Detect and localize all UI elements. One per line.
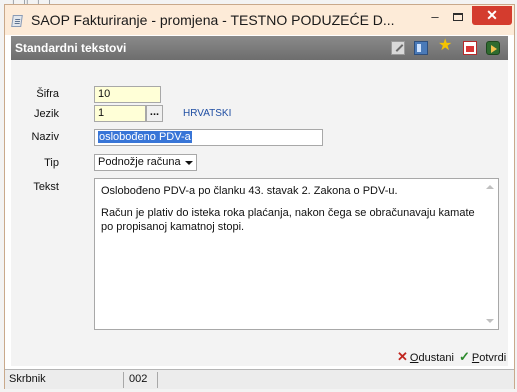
tip-label: Tip xyxy=(44,157,59,169)
tip-selected-value: Podnožje računa xyxy=(98,156,181,168)
window-title: SAOP Fakturiranje - promjena - TESTNO PO… xyxy=(31,12,395,28)
tekst-line-1: Oslobođeno PDV-a po članku 43. stavak 2.… xyxy=(101,185,398,197)
jezik-field[interactable]: 1 xyxy=(94,105,146,122)
cancel-button[interactable]: ✕ Odustani xyxy=(397,349,454,365)
scroll-up-icon[interactable] xyxy=(485,183,495,191)
status-code: 002 xyxy=(129,373,148,385)
tekst-textarea[interactable]: Oslobođeno PDV-a po članku 43. stavak 2.… xyxy=(94,178,499,330)
naziv-field[interactable]: oslobođeno PDV-a xyxy=(94,129,323,146)
title-bar[interactable]: SAOP Fakturiranje - promjena - TESTNO PO… xyxy=(5,5,514,35)
confirm-label: otvrdi xyxy=(479,352,507,364)
cancel-label: dustani xyxy=(418,352,454,364)
sifra-field[interactable]: 10 xyxy=(94,86,161,103)
app-icon xyxy=(11,15,23,27)
naziv-selected-text: oslobođeno PDV-a xyxy=(98,131,192,143)
sifra-label: Šifra xyxy=(36,88,59,100)
tekst-label: Tekst xyxy=(33,181,59,193)
confirm-check-icon: ✓ xyxy=(459,349,470,364)
document-icon[interactable] xyxy=(463,41,477,55)
view-icon[interactable] xyxy=(414,41,428,55)
status-divider xyxy=(157,372,158,388)
jezik-label: Jezik xyxy=(33,108,59,120)
status-bar: Skrbnik 002 xyxy=(5,369,514,389)
jezik-lookup-button[interactable]: ... xyxy=(146,105,163,122)
close-button[interactable]: ✕ xyxy=(472,6,512,25)
form-area: Šifra 10 Jezik 1 ... HRVATSKI Naziv oslo… xyxy=(11,60,508,366)
status-divider xyxy=(123,372,124,388)
edit-icon[interactable] xyxy=(391,41,405,55)
confirm-button[interactable]: ✓ Potvrdi xyxy=(459,349,506,365)
chevron-down-icon[interactable] xyxy=(182,156,195,169)
minimize-button[interactable]: – xyxy=(423,8,447,28)
status-user: Skrbnik xyxy=(9,373,46,385)
exit-icon[interactable] xyxy=(486,41,500,55)
language-name: HRVATSKI xyxy=(183,108,232,119)
maximize-icon xyxy=(453,13,463,21)
maximize-button[interactable] xyxy=(447,8,469,28)
panel-title: Standardni tekstovi xyxy=(15,41,127,55)
panel-header: Standardni tekstovi ★ xyxy=(11,36,508,60)
naziv-label: Naziv xyxy=(31,131,59,143)
dialog-window: SAOP Fakturiranje - promjena - TESTNO PO… xyxy=(4,4,515,389)
star-icon[interactable]: ★ xyxy=(438,38,454,54)
tip-dropdown[interactable]: Podnožje računa xyxy=(94,154,197,171)
tekst-line-2: Račun je plativ do isteka roka plaćanja,… xyxy=(101,207,475,233)
cancel-x-icon: ✕ xyxy=(397,349,408,364)
action-bar: ✕ Odustani ✓ Potvrdi xyxy=(11,345,508,369)
scroll-down-icon[interactable] xyxy=(485,317,495,325)
